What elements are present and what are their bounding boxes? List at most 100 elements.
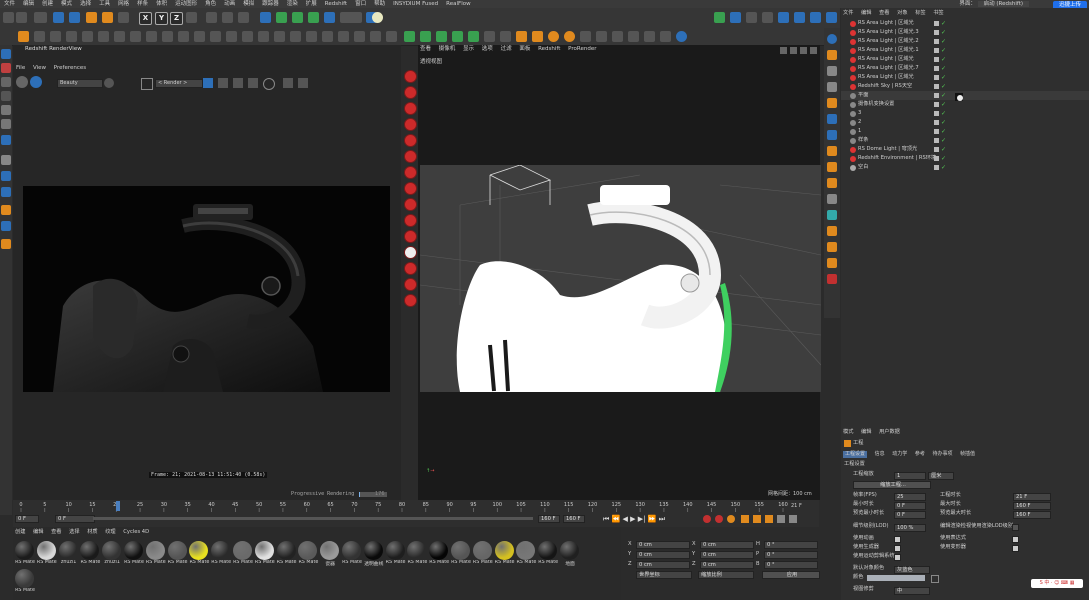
material-swatch[interactable] [80, 541, 100, 560]
viewport-canvas[interactable] [420, 165, 821, 392]
view-clip-select[interactable]: 中 [894, 587, 930, 595]
rs-texture-icon[interactable] [210, 31, 221, 42]
om-menu-bookmarks[interactable]: 书签 [933, 10, 943, 17]
render-picture-viewer-icon[interactable] [222, 12, 233, 23]
key-param-icon[interactable] [777, 515, 785, 523]
coord-input[interactable]: 0 ° [764, 551, 818, 559]
layout-icon[interactable] [826, 12, 837, 23]
enable-check-icon[interactable]: ✓ [941, 91, 946, 100]
object-row[interactable]: RS Area Light | 区域光.2 ✓ [841, 37, 1089, 46]
mat-menu-texture[interactable]: 纹理 [105, 528, 115, 536]
vp-menu-display[interactable]: 显示 [463, 45, 474, 54]
preview-range-bar[interactable] [93, 517, 533, 520]
coord-input[interactable]: 0 ° [764, 541, 818, 549]
tweak-icon[interactable] [1, 171, 11, 181]
play-icon[interactable]: ▶ [630, 515, 635, 523]
export-icon[interactable] [532, 31, 543, 42]
soft-select-icon[interactable] [1, 239, 11, 249]
rv-menu-view[interactable]: View [33, 65, 46, 71]
menu-insydium[interactable]: INSYDIUM Fused [393, 0, 438, 8]
capsule-icon[interactable] [827, 130, 837, 140]
enable-check-icon[interactable]: ✓ [941, 109, 946, 118]
uv-icon[interactable] [794, 12, 805, 23]
rs-volume-obj-icon[interactable] [404, 230, 417, 243]
material-swatch[interactable] [363, 541, 383, 560]
vp-menu-options[interactable]: 选项 [482, 45, 493, 54]
object-row[interactable]: RS Dome Light | 穹顶光 ✓ [841, 145, 1089, 154]
object-row[interactable]: 空白 ✓ [841, 163, 1089, 172]
material-swatch[interactable] [189, 541, 209, 560]
material-swatch[interactable] [298, 541, 318, 560]
filter-icon[interactable] [500, 31, 511, 42]
material-swatch[interactable] [451, 541, 470, 560]
key-pla-icon[interactable] [789, 515, 797, 523]
start-frame-input[interactable]: 0 F [15, 515, 39, 523]
x-axis-lock-icon[interactable]: X [139, 12, 152, 25]
visibility-dot-icon[interactable] [934, 102, 939, 107]
uv-mode-icon[interactable] [1, 135, 11, 145]
menu-simulate[interactable]: 模拟 [243, 0, 254, 8]
rs-log-icon[interactable] [338, 31, 349, 42]
rs-bucket-icon[interactable] [274, 31, 285, 42]
circle-icon[interactable] [263, 78, 275, 90]
workplane-icon[interactable] [746, 12, 757, 23]
object-row[interactable]: RS Area Light | 区域光.1 ✓ [841, 46, 1089, 55]
menu-realflow[interactable]: RealFlow [446, 0, 470, 8]
enable-check-icon[interactable]: ✓ [941, 64, 946, 73]
rs-camera-icon[interactable] [50, 31, 61, 42]
object-row[interactable]: 样条 ✓ [841, 136, 1089, 145]
color-swatch[interactable] [867, 575, 925, 581]
vp-menu-redshift[interactable]: Redshift [538, 45, 560, 54]
enable-check-icon[interactable]: ✓ [941, 28, 946, 37]
fps-input[interactable]: 25 [894, 493, 926, 501]
rs-dome-light-icon[interactable] [404, 198, 417, 211]
visibility-dot-icon[interactable] [934, 57, 939, 62]
rs-snapshot-icon[interactable] [258, 31, 269, 42]
panel-layout-4-icon[interactable] [628, 31, 639, 42]
use-expr-checkbox[interactable] [1012, 536, 1019, 543]
recent-tools-icon[interactable] [118, 12, 129, 23]
rs-sun-icon[interactable] [404, 182, 417, 195]
rv-menu-file[interactable]: File [16, 65, 25, 71]
ime-toolbar[interactable]: S 中 · ☺ ⌨ ▦ [1031, 579, 1083, 588]
material-swatch[interactable] [538, 541, 558, 560]
live-select-icon[interactable] [53, 12, 64, 23]
material-swatch[interactable] [560, 541, 579, 560]
default-color-select[interactable]: 灰蓝色 [894, 566, 930, 574]
rs-aov-icon[interactable] [178, 31, 189, 42]
key-pos-icon[interactable] [741, 515, 749, 523]
cloner-icon[interactable] [308, 12, 319, 23]
use-motion-checkbox[interactable] [894, 554, 901, 561]
rs-region-icon[interactable] [290, 31, 301, 42]
platonic-icon[interactable] [827, 114, 837, 124]
visibility-dot-icon[interactable] [934, 156, 939, 161]
use-gen-checkbox[interactable] [894, 545, 901, 552]
mat-menu-select[interactable]: 选择 [69, 528, 79, 536]
visibility-dot-icon[interactable] [934, 129, 939, 134]
layout-selector[interactable]: 界面： 启动 (Redshift) [959, 0, 1029, 8]
prev-key-icon[interactable]: ⏪ [612, 515, 621, 523]
record-icon[interactable] [703, 515, 711, 523]
coord-space-select[interactable]: 世界坐标 [636, 571, 692, 579]
region-icon[interactable] [248, 78, 258, 88]
tab-reference[interactable]: 参考 [915, 451, 925, 458]
lod-input[interactable]: 100 % [894, 524, 926, 532]
rs-gear-icon[interactable] [404, 246, 417, 259]
menu-redshift[interactable]: Redshift [325, 0, 347, 8]
material-swatch[interactable] [254, 541, 274, 560]
enable-check-icon[interactable]: ✓ [941, 46, 946, 55]
lock-icon[interactable] [203, 78, 213, 88]
object-row[interactable]: RS Area Light | 区域光.3 ✓ [841, 28, 1089, 37]
texture-mode-icon[interactable] [1, 77, 11, 87]
z-axis-lock-icon[interactable]: Z [170, 12, 183, 25]
histogram-icon[interactable] [298, 78, 308, 88]
vp-rotate-icon[interactable] [800, 47, 807, 54]
lines-icon[interactable] [452, 31, 463, 42]
rs-material-icon[interactable] [130, 31, 141, 42]
xpresso-icon[interactable] [714, 12, 725, 23]
enable-check-icon[interactable]: ✓ [941, 37, 946, 46]
object-row[interactable]: RS Area Light | 区域光 ✓ [841, 73, 1089, 82]
coord-system-icon[interactable] [186, 12, 197, 23]
preview-max-input[interactable]: 160 F [1013, 511, 1051, 519]
visibility-dot-icon[interactable] [934, 21, 939, 26]
